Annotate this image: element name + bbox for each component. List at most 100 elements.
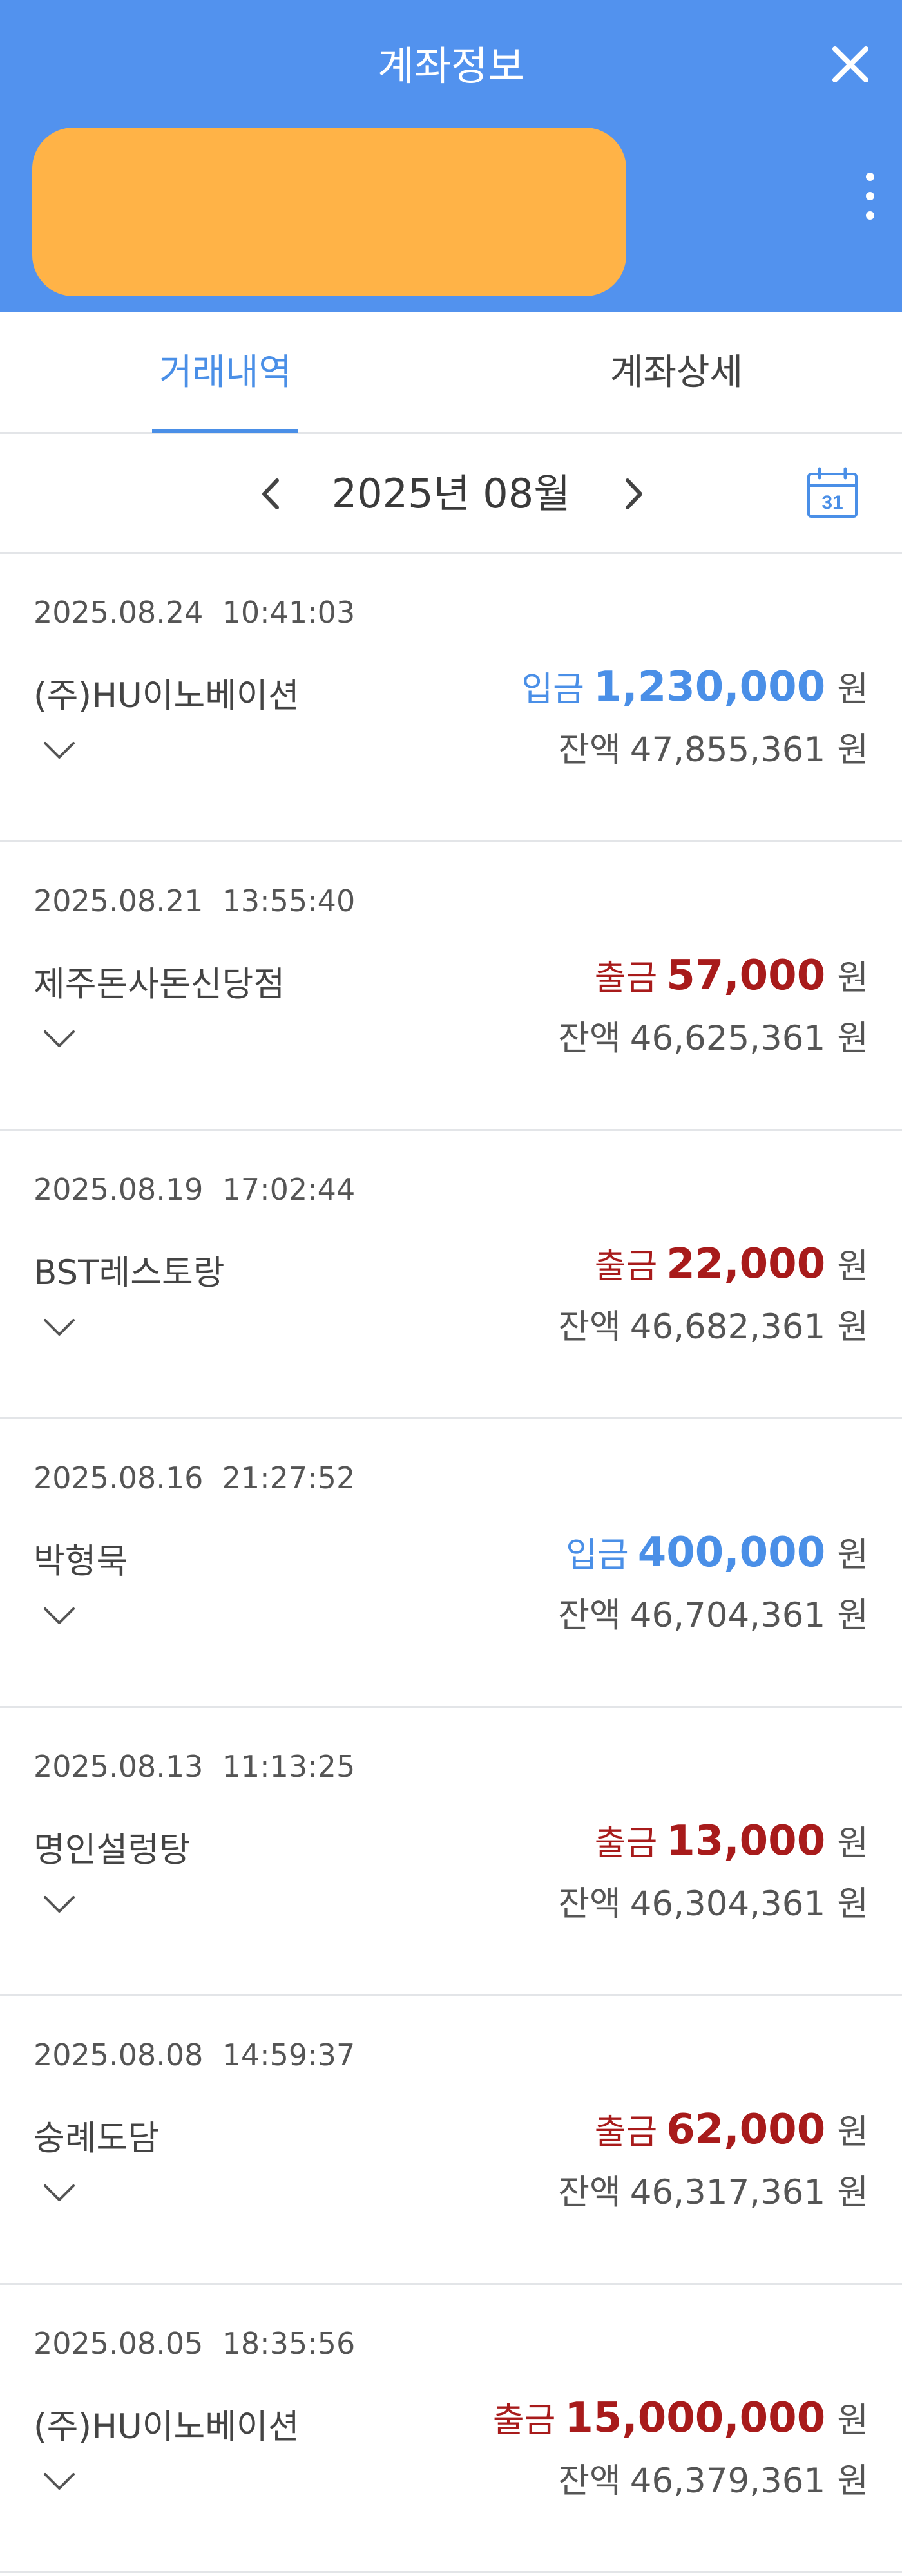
transaction-amount: 1,230,000: [593, 663, 826, 711]
transaction-amount-line: 출금 22,000 원: [595, 1239, 868, 1288]
month-label: 2025년 08월: [331, 470, 571, 517]
transaction-merchant: 제주돈사돈신당점: [34, 965, 285, 1004]
balance-value: 46,304,361: [629, 1884, 826, 1924]
chevron-right-icon: [626, 478, 642, 509]
transaction-row[interactable]: 2025.08.08 14:59:37 숭례도담 출금 62,000 원 잔액 46,…: [0, 1996, 902, 2285]
balance-unit: 원: [837, 2173, 868, 2212]
prev-month-button[interactable]: [249, 471, 294, 516]
balance-value: 47,855,361: [629, 730, 826, 770]
expand-button[interactable]: [40, 1023, 79, 1055]
transaction-type: 입금: [566, 1535, 629, 1575]
amount-unit: 원: [837, 2112, 868, 2152]
balance-unit: 원: [837, 1307, 868, 1347]
tab-account-details[interactable]: 계좌상세: [580, 312, 773, 434]
transaction-row[interactable]: 2025.08.24 10:41:03 (주)HU이노베이션 입금 1,230,0…: [0, 554, 902, 842]
transaction-balance-line: 잔액 46,625,361 원: [558, 1011, 868, 1060]
transaction-row[interactable]: 2025.08.19 17:02:44 BST레스토랑 출금 22,000 원 잔액…: [0, 1131, 902, 1419]
active-tab-indicator: [152, 429, 298, 433]
balance-label: 잔액: [558, 1307, 621, 1347]
transaction-amount-line: 출금 57,000 원: [595, 951, 868, 999]
chevron-down-icon: [44, 742, 75, 759]
chevron-down-icon: [44, 1030, 75, 1047]
chevron-down-icon: [44, 2473, 75, 2490]
transaction-amount: 400,000: [637, 1529, 826, 1577]
close-icon: [832, 46, 868, 82]
calendar-icon: 31: [807, 467, 858, 518]
transaction-merchant: 명인설렁탕: [34, 1830, 191, 1870]
expand-button[interactable]: [40, 2465, 79, 2497]
balance-label: 잔액: [558, 730, 621, 770]
transaction-balance-line: 잔액 46,682,361 원: [558, 1300, 868, 1349]
expand-button[interactable]: [40, 734, 79, 766]
page-title: 계좌정보: [377, 43, 525, 90]
transaction-datetime: 2025.08.08 14:59:37: [34, 2038, 356, 2072]
transaction-datetime: 2025.08.16 21:27:52: [34, 1461, 356, 1495]
chevron-down-icon: [44, 1896, 75, 1913]
transaction-type: 입금: [521, 670, 584, 709]
chevron-left-icon: [262, 478, 279, 509]
balance-label: 잔액: [558, 2461, 621, 2501]
chevron-down-icon: [44, 1607, 75, 1624]
account-card[interactable]: [32, 128, 626, 296]
next-month-button[interactable]: [611, 471, 656, 516]
transaction-amount-line: 입금 400,000 원: [566, 1528, 868, 1577]
amount-unit: 원: [837, 1535, 868, 1575]
transaction-row[interactable]: 2025.08.16 21:27:52 박형묵 입금 400,000 원 잔액 46,…: [0, 1419, 902, 1708]
close-button[interactable]: [825, 39, 876, 90]
balance-unit: 원: [837, 1019, 868, 1058]
balance-label: 잔액: [558, 1596, 621, 1635]
transaction-amount: 13,000: [666, 1817, 826, 1865]
transaction-datetime: 2025.08.21 13:55:40: [34, 884, 356, 918]
amount-unit: 원: [837, 1824, 868, 1863]
transaction-balance-line: 잔액 46,379,361 원: [558, 2454, 868, 2503]
transaction-datetime: 2025.08.05 18:35:56: [34, 2326, 356, 2361]
balance-value: 46,704,361: [629, 1596, 826, 1635]
chevron-down-icon: [44, 2184, 75, 2201]
transaction-row[interactable]: 2025.08.13 11:13:25 명인설렁탕 출금 13,000 원 잔액 46…: [0, 1708, 902, 1996]
month-selector: 2025년 08월 31: [0, 434, 902, 554]
calendar-button[interactable]: 31: [805, 466, 859, 520]
transaction-merchant: 숭례도담: [34, 2119, 160, 2158]
transaction-row[interactable]: 2025.08.21 13:55:40 제주돈사돈신당점 출금 57,000 원 잔…: [0, 842, 902, 1131]
transaction-amount: 22,000: [666, 1240, 826, 1288]
transaction-type: 출금: [594, 1824, 658, 1863]
chevron-down-icon: [44, 1319, 75, 1336]
transaction-balance-line: 잔액 47,855,361 원: [558, 723, 868, 772]
expand-button[interactable]: [40, 1888, 79, 1920]
transaction-amount-line: 출금 62,000 원: [595, 2105, 868, 2154]
transaction-type: 출금: [594, 2112, 658, 2152]
more-vertical-icon: [866, 173, 874, 181]
transaction-amount-line: 출금 13,000 원: [595, 1816, 868, 1865]
transaction-merchant: (주)HU이노베이션: [34, 676, 300, 715]
balance-unit: 원: [837, 2461, 868, 2501]
amount-unit: 원: [837, 2401, 868, 2440]
expand-button[interactable]: [40, 1600, 79, 1632]
balance-value: 46,682,361: [629, 1307, 826, 1347]
balance-unit: 원: [837, 1884, 868, 1924]
transaction-datetime: 2025.08.19 17:02:44: [34, 1172, 356, 1207]
transaction-balance-line: 잔액 46,304,361 원: [558, 1877, 868, 1926]
transaction-datetime: 2025.08.24 10:41:03: [34, 595, 356, 630]
transaction-amount: 62,000: [666, 2106, 826, 2154]
amount-unit: 원: [837, 958, 868, 998]
transaction-merchant: 박형묵: [34, 1542, 128, 1581]
expand-button[interactable]: [40, 2177, 79, 2209]
transaction-amount: 15,000,000: [564, 2394, 826, 2442]
amount-unit: 원: [837, 1247, 868, 1286]
balance-label: 잔액: [558, 1884, 621, 1924]
account-info-screen: 계좌정보 거래내역 계좌상세 2025년 08월 31 2025.08.24 1…: [0, 0, 902, 2576]
balance-label: 잔액: [558, 1019, 621, 1058]
balance-value: 46,317,361: [629, 2173, 826, 2212]
header: 계좌정보: [0, 0, 902, 312]
balance-value: 46,625,361: [629, 1019, 826, 1058]
transaction-datetime: 2025.08.13 11:13:25: [34, 1749, 356, 1784]
transaction-row[interactable]: 2025.08.05 18:35:56 (주)HU이노베이션 출금 15,000,…: [0, 2285, 902, 2573]
transaction-balance-line: 잔액 46,317,361 원: [558, 2165, 868, 2214]
expand-button[interactable]: [40, 1311, 79, 1343]
balance-unit: 원: [837, 1596, 868, 1635]
more-button[interactable]: [857, 164, 883, 228]
transaction-merchant: BST레스토랑: [34, 1253, 225, 1293]
transaction-type: 출금: [594, 958, 658, 998]
tab-transactions[interactable]: 거래내역: [129, 312, 322, 434]
transaction-type: 출금: [594, 1247, 658, 1286]
